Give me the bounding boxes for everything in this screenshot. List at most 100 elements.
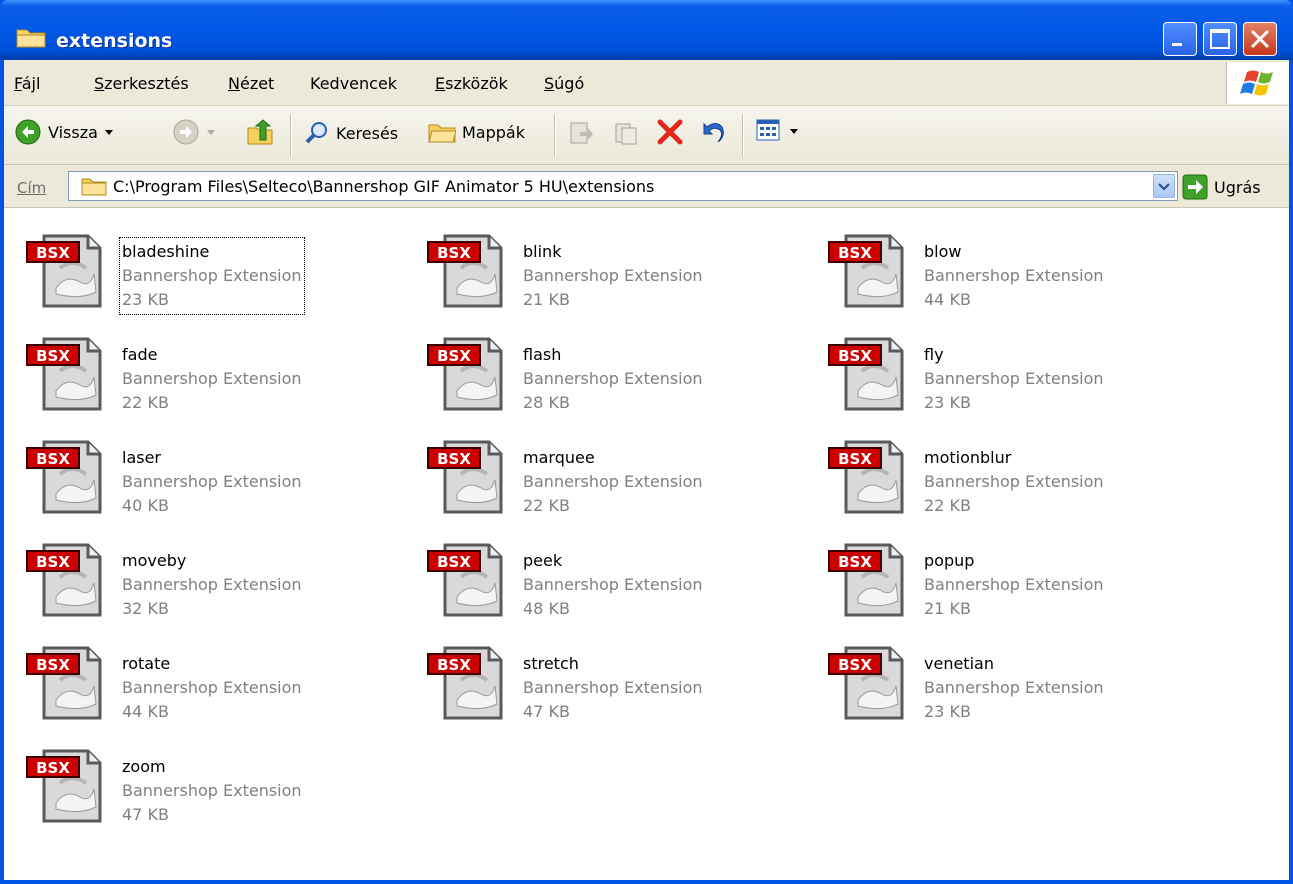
toolbar-separator	[742, 114, 744, 156]
menu-tools[interactable]: Eszközök	[435, 74, 508, 93]
title-bar[interactable]: extensions	[0, 0, 1293, 60]
file-item[interactable]: BSX peek Bannershop Extension 48 KB	[427, 537, 807, 621]
folders-button[interactable]: Mappák	[428, 120, 525, 144]
menu-favorites[interactable]: Kedvencek	[310, 74, 397, 93]
back-dropdown-icon[interactable]	[104, 127, 114, 137]
file-size: 23 KB	[924, 393, 971, 412]
menu-file[interactable]: Fájl	[14, 74, 40, 93]
file-item[interactable]: BSX fly Bannershop Extension 23 KB	[828, 331, 1208, 415]
file-size: 22 KB	[924, 496, 971, 515]
delete-button[interactable]	[656, 118, 684, 146]
views-button[interactable]	[756, 118, 798, 144]
undo-icon	[703, 122, 724, 143]
undo-button[interactable]	[698, 118, 726, 146]
maximize-button[interactable]	[1203, 22, 1237, 56]
file-name: blow	[924, 242, 962, 261]
menu-help[interactable]: Súgó	[544, 74, 584, 93]
file-size: 44 KB	[924, 290, 971, 309]
toolbar-separator	[554, 114, 556, 156]
bsx-file-icon: BSX	[427, 337, 503, 411]
file-size: 22 KB	[523, 496, 570, 515]
back-button[interactable]: Vissza	[14, 118, 114, 146]
search-icon	[305, 122, 327, 144]
file-item[interactable]: BSX blow Bannershop Extension 44 KB	[828, 228, 1208, 312]
bsx-file-icon: BSX	[427, 646, 503, 720]
file-size: 28 KB	[523, 393, 570, 412]
up-folder-button[interactable]	[246, 118, 274, 146]
file-item[interactable]: BSX fade Bannershop Extension 22 KB	[26, 331, 406, 415]
file-size: 40 KB	[122, 496, 169, 515]
file-info: zoom Bannershop Extension 47 KB	[122, 755, 302, 827]
file-name: popup	[924, 551, 975, 570]
explorer-window: extensions Fájl Szerkesztés Nézet Kedven…	[0, 0, 1293, 884]
bsx-file-icon: BSX	[26, 337, 102, 411]
close-button[interactable]	[1243, 22, 1277, 56]
svg-text:BSX: BSX	[437, 553, 471, 571]
file-info: peek Bannershop Extension 48 KB	[523, 549, 703, 621]
file-info: laser Bannershop Extension 40 KB	[122, 446, 302, 518]
file-name: moveby	[122, 551, 187, 570]
file-item[interactable]: BSX laser Bannershop Extension 40 KB	[26, 434, 406, 518]
address-input[interactable]: C:\Program Files\Selteco\Bannershop GIF …	[68, 171, 1178, 201]
file-name: venetian	[924, 654, 994, 673]
file-item[interactable]: BSX motionblur Bannershop Extension 22 K…	[828, 434, 1208, 518]
move-to-button[interactable]	[568, 120, 594, 146]
delete-x-icon	[657, 119, 683, 145]
file-info: rotate Bannershop Extension 44 KB	[122, 652, 302, 724]
file-item[interactable]: BSX popup Bannershop Extension 21 KB	[828, 537, 1208, 621]
address-dropdown-button[interactable]	[1153, 174, 1175, 198]
svg-text:BSX: BSX	[36, 347, 70, 365]
file-name: fade	[122, 345, 158, 364]
menu-bar: Fájl Szerkesztés Nézet Kedvencek Eszközö…	[4, 60, 1289, 106]
svg-text:BSX: BSX	[36, 759, 70, 777]
bsx-file-icon: BSX	[828, 646, 904, 720]
file-item[interactable]: BSX marquee Bannershop Extension 22 KB	[427, 434, 807, 518]
file-info: fly Bannershop Extension 23 KB	[924, 343, 1104, 415]
file-type: Bannershop Extension	[523, 266, 703, 285]
back-arrow-icon	[15, 119, 41, 145]
file-info: blow Bannershop Extension 44 KB	[924, 240, 1104, 312]
address-bar: Cím C:\Program Files\Selteco\Bannershop …	[4, 165, 1289, 208]
file-item[interactable]: BSX moveby Bannershop Extension 32 KB	[26, 537, 406, 621]
svg-text:BSX: BSX	[437, 244, 471, 262]
svg-text:BSX: BSX	[36, 553, 70, 571]
file-size: 47 KB	[122, 805, 169, 824]
file-size: 32 KB	[122, 599, 169, 618]
menu-edit[interactable]: Szerkesztés	[94, 74, 189, 93]
svg-text:BSX: BSX	[36, 244, 70, 262]
file-item[interactable]: BSX bladeshine Bannershop Extension 23 K…	[26, 228, 406, 315]
bsx-file-icon: BSX	[427, 543, 503, 617]
file-item[interactable]: BSX blink Bannershop Extension 21 KB	[427, 228, 807, 312]
file-type: Bannershop Extension	[924, 575, 1104, 594]
search-button[interactable]: Keresés	[304, 120, 398, 146]
file-type: Bannershop Extension	[122, 781, 302, 800]
file-type: Bannershop Extension	[523, 369, 703, 388]
file-item[interactable]: BSX stretch Bannershop Extension 47 KB	[427, 640, 807, 724]
file-name: motionblur	[924, 448, 1012, 467]
go-button[interactable]: Ugrás	[1182, 174, 1261, 200]
file-name: marquee	[523, 448, 595, 467]
file-item[interactable]: BSX rotate Bannershop Extension 44 KB	[26, 640, 406, 724]
file-type: Bannershop Extension	[122, 472, 302, 491]
file-name: stretch	[523, 654, 579, 673]
forward-button[interactable]	[172, 118, 216, 146]
svg-text:BSX: BSX	[437, 656, 471, 674]
file-list[interactable]: BSX bladeshine Bannershop Extension 23 K…	[4, 208, 1289, 880]
file-type: Bannershop Extension	[924, 678, 1104, 697]
file-name: fly	[924, 345, 944, 364]
svg-text:BSX: BSX	[838, 450, 872, 468]
file-item[interactable]: BSX zoom Bannershop Extension 47 KB	[26, 743, 406, 827]
copy-to-button[interactable]	[614, 120, 640, 146]
bsx-file-icon: BSX	[828, 234, 904, 308]
bsx-file-icon: BSX	[26, 543, 102, 617]
bsx-file-icon: BSX	[828, 440, 904, 514]
minimize-button[interactable]	[1163, 22, 1197, 56]
window-body: Fájl Szerkesztés Nézet Kedvencek Eszközö…	[4, 60, 1289, 880]
svg-text:BSX: BSX	[838, 553, 872, 571]
menu-view[interactable]: Nézet	[228, 74, 274, 93]
folders-icon	[428, 124, 456, 143]
file-item[interactable]: BSX flash Bannershop Extension 28 KB	[427, 331, 807, 415]
file-item[interactable]: BSX venetian Bannershop Extension 23 KB	[828, 640, 1208, 724]
file-name: peek	[523, 551, 563, 570]
file-info: stretch Bannershop Extension 47 KB	[523, 652, 703, 724]
